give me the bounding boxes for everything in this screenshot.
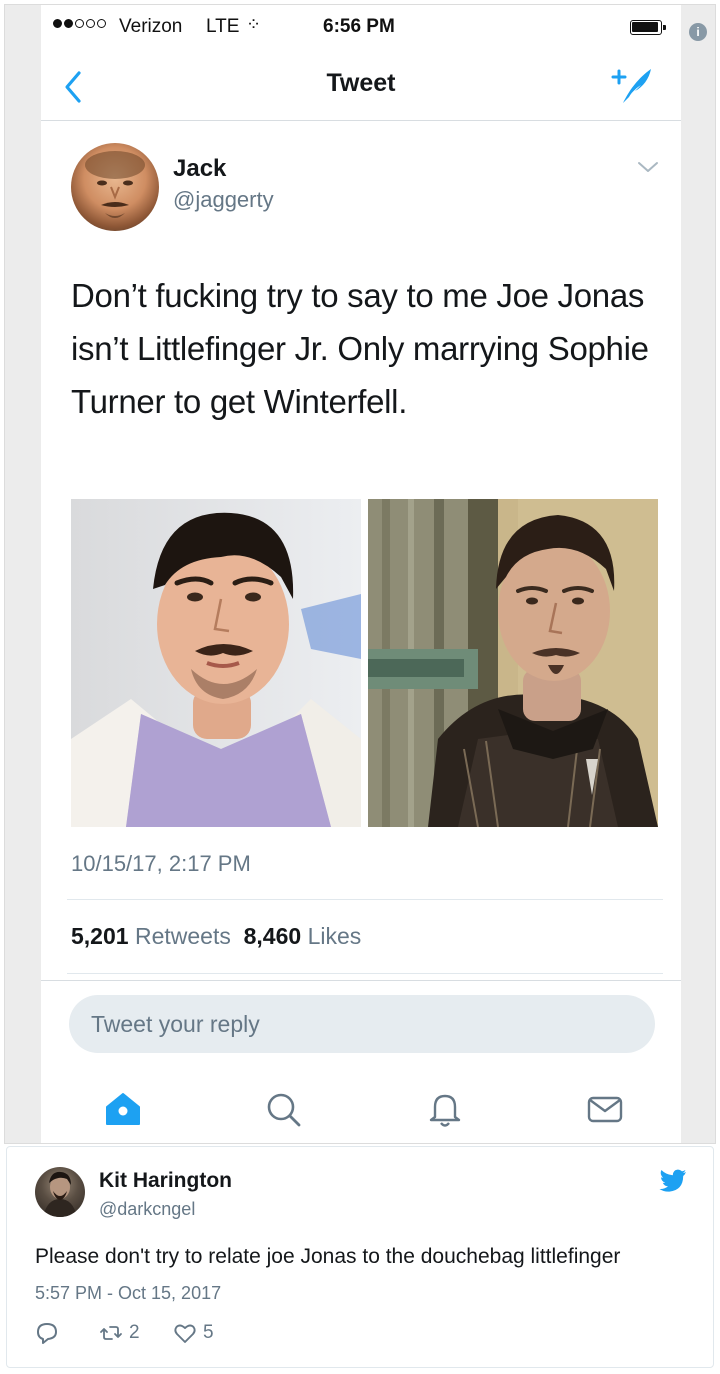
likes-label[interactable]: Likes [308,923,362,949]
reply-retweet-count: 2 [129,1322,140,1343]
divider [67,973,663,974]
notifications-icon[interactable] [425,1089,465,1129]
tab-bar [41,1085,681,1133]
reply-author-name[interactable]: Kit Harington [99,1169,232,1193]
info-icon[interactable]: i [689,23,707,41]
carrier-name: Verizon [119,16,183,37]
signal-strength-icon [53,19,106,28]
compose-tweet-icon[interactable] [611,63,655,107]
home-icon[interactable] [103,1089,143,1129]
tweet-screen: Verizon LTE ⁘ 6:56 PM i Tweet Jack @jagg… [41,5,707,1143]
author-handle[interactable]: @jaggerty [173,187,274,213]
comment-icon [37,1323,57,1344]
retweet-button[interactable]: 2 [99,1321,140,1345]
tweet-text: Don’t fucking try to say to me Joe Jonas… [71,277,649,420]
nav-bar: Tweet [41,49,681,121]
tweet-photo-1[interactable] [71,499,361,827]
status-time: 6:56 PM [323,16,395,37]
reply-text: Please don't try to relate joe Jonas to … [35,1245,621,1268]
retweet-icon [100,1326,122,1340]
reply-like-count: 5 [203,1322,214,1343]
page-title: Tweet [326,69,396,97]
phone-screenshot: Verizon LTE ⁘ 6:56 PM i Tweet Jack @jagg… [4,4,716,1144]
reply-author-avatar[interactable] [35,1167,85,1217]
like-button[interactable]: 5 [173,1321,214,1345]
reply-tweet-card[interactable]: Kit Harington @darkcngel Please don't tr… [6,1146,714,1368]
tweet-photo-2[interactable] [368,499,658,827]
reply-timestamp[interactable]: 5:57 PM - Oct 15, 2017 [35,1283,221,1304]
divider [41,980,681,981]
search-icon[interactable] [263,1089,303,1129]
messages-icon[interactable] [585,1089,625,1129]
author-name[interactable]: Jack [173,155,226,183]
like-count[interactable]: 8,460 [244,923,302,949]
tweet-stats: 5,201 Retweets 8,460 Likes [71,923,361,950]
heart-icon [174,1324,196,1343]
chevron-down-icon[interactable] [637,159,659,175]
twitter-bird-icon[interactable] [659,1169,687,1193]
status-bar: Verizon LTE ⁘ 6:56 PM i [41,5,707,49]
battery-icon [630,20,666,35]
divider [67,899,663,900]
tweet-timestamp: 10/15/17, 2:17 PM [71,851,251,876]
activity-spinner-icon: ⁘ [246,14,262,34]
reply-input[interactable]: Tweet your reply [69,995,655,1053]
network-type: LTE [206,16,240,37]
retweets-label[interactable]: Retweets [135,923,231,949]
retweet-count[interactable]: 5,201 [71,923,129,949]
reply-button[interactable] [35,1321,59,1345]
reply-author-handle[interactable]: @darkcngel [99,1199,195,1220]
author-avatar[interactable] [71,143,159,231]
